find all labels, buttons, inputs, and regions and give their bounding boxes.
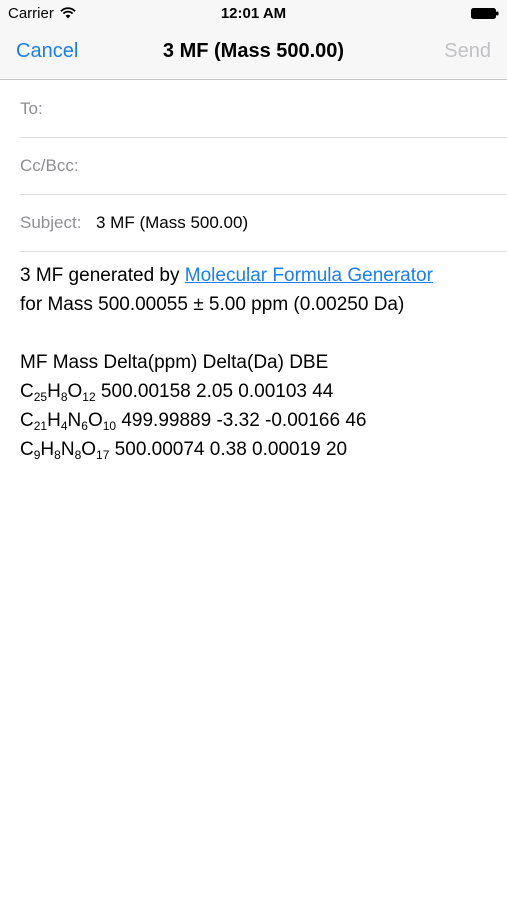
intro-line: 3 MF generated by Molecular Formula Gene… [20, 261, 495, 290]
cc-bcc-field[interactable]: Cc/Bcc: [20, 137, 507, 195]
formula-values: 500.00158 2.05 0.00103 44 [95, 381, 334, 402]
status-bar: Carrier 12:01 AM [0, 0, 507, 28]
molecular-formula: C9H8N8O17 [20, 439, 110, 462]
formula-row: C21H4N6O10 499.99889 -3.32 -0.00166 46 [20, 406, 495, 435]
table-header-line: MF Mass Delta(ppm) Delta(Da) DBE [20, 352, 329, 373]
molecular-formula: C21H4N6O10 [20, 410, 117, 433]
formula-rows: C25H8O12 500.00158 2.05 0.00103 44 C21H4N… [20, 377, 495, 464]
formula-values: 499.99889 -3.32 -0.00166 46 [116, 410, 367, 431]
to-field[interactable]: To: [20, 80, 507, 138]
to-label: To: [20, 99, 43, 118]
subject-label: Subject: [20, 213, 82, 232]
battery-icon [471, 8, 499, 19]
send-button[interactable]: Send [444, 40, 491, 63]
cc-bcc-label: Cc/Bcc: [20, 156, 79, 175]
molecular-formula: C25H8O12 [20, 381, 96, 404]
status-time: 12:01 AM [220, 5, 287, 22]
compose-title: 3 MF (Mass 500.00) [162, 40, 345, 62]
formula-row: C25H8O12 500.00158 2.05 0.00103 44 [20, 377, 495, 406]
subject-value[interactable]: 3 MF (Mass 500.00) [96, 213, 248, 233]
subject-field[interactable]: Subject: 3 MF (Mass 500.00) [20, 194, 507, 252]
formula-row: C9H8N8O17 500.00074 0.38 0.00019 20 [20, 435, 495, 464]
generator-link[interactable]: Molecular Formula Generator [185, 265, 433, 286]
navigation-bar: Cancel 3 MF (Mass 500.00) Send [0, 28, 507, 80]
message-body[interactable]: 3 MF generated by Molecular Formula Gene… [20, 261, 495, 464]
intro-text: 3 MF generated by [20, 265, 185, 286]
mass-line: for Mass 500.00055 ± 5.00 ppm (0.00250 D… [20, 294, 405, 315]
formula-values: 500.00074 0.38 0.00019 20 [109, 439, 348, 460]
